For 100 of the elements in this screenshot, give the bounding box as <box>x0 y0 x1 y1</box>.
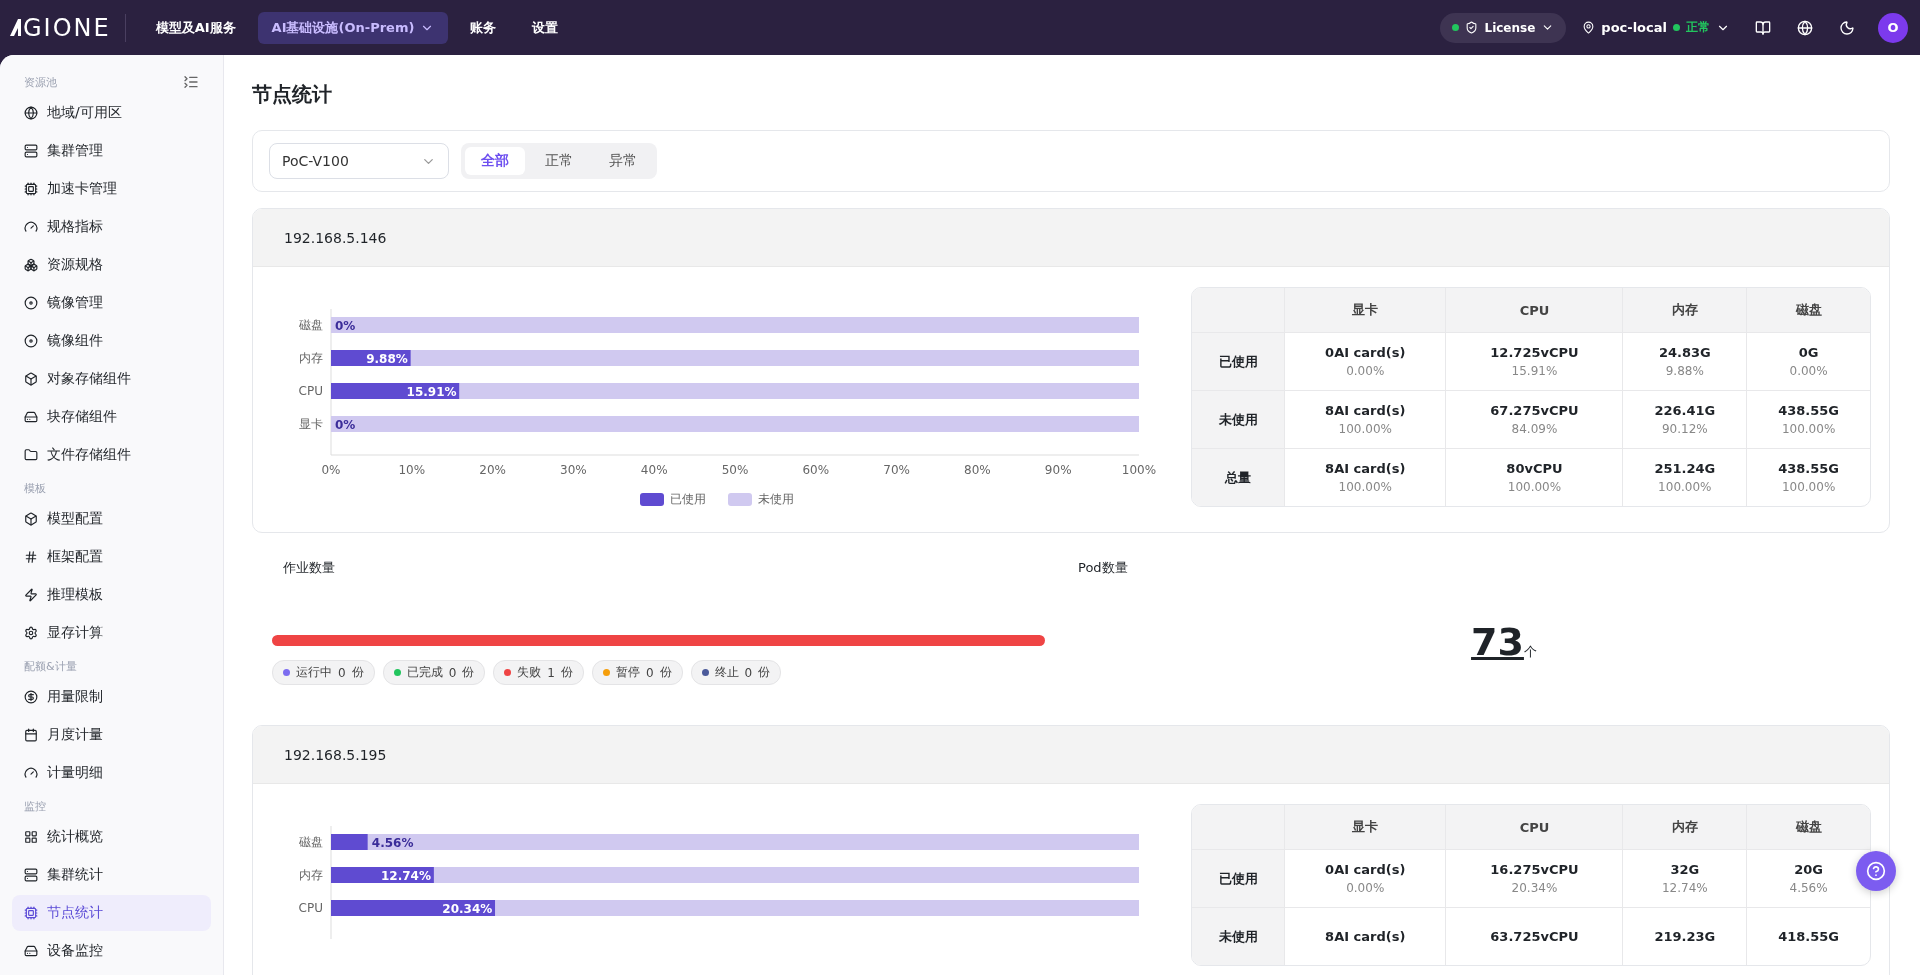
table-header-cell: CPU <box>1445 805 1623 849</box>
cell-value: 438.55G <box>1777 461 1840 476</box>
table-header-cell: 磁盘 <box>1746 805 1870 849</box>
cluster-selector[interactable]: poc-local 正常 <box>1574 19 1738 36</box>
cell-percent: 100.00% <box>1337 480 1393 494</box>
cell-value: 8AI card(s) <box>1324 929 1407 944</box>
cell-value: 438.55G <box>1777 403 1840 418</box>
status-unit: 份 <box>560 664 573 681</box>
cell-percent: 100.00% <box>1337 422 1393 436</box>
cell-value: 16.275vCPU <box>1489 862 1580 877</box>
sidebar-item[interactable]: 框架配置 <box>12 539 211 575</box>
cell-value: 0AI card(s) <box>1324 345 1407 360</box>
cell-value: 32G <box>1669 862 1701 877</box>
sidebar-item[interactable]: 设备监控 <box>12 933 211 969</box>
filter-tab[interactable]: 正常 <box>529 147 589 175</box>
sidebar-item[interactable]: 推理模板 <box>12 577 211 613</box>
disc-icon <box>24 296 38 310</box>
sidebar-item[interactable]: 节点统计 <box>12 895 211 931</box>
hash-icon <box>24 550 38 564</box>
data-label: 15.91% <box>406 384 457 399</box>
axis-tick-label: 20% <box>479 463 506 477</box>
status-label: 终止 <box>714 664 739 681</box>
server-icon <box>24 868 38 882</box>
sidebar-group-title: 模板 <box>24 480 46 496</box>
sidebar-item[interactable]: 显存计算 <box>12 615 211 651</box>
sidebar-item[interactable]: 集群管理 <box>12 133 211 169</box>
cube-icon <box>24 512 38 526</box>
logo-mark-icon <box>10 19 21 36</box>
license-button[interactable]: License <box>1440 12 1567 43</box>
cluster-select[interactable]: PoC-V100 <box>269 143 449 179</box>
axis-tick-label: 30% <box>560 463 587 477</box>
status-count: 0 <box>645 665 654 680</box>
filter-tab[interactable]: 全部 <box>465 147 525 175</box>
sidebar-item[interactable]: 镜像管理 <box>12 285 211 321</box>
settings-icon <box>24 626 38 640</box>
legend-label: 未使用 <box>758 491 794 508</box>
cell-percent: 100.00% <box>1780 480 1837 494</box>
logo-text: GIONE <box>23 13 111 42</box>
table-header-cell: CPU <box>1445 288 1623 332</box>
status-count: 0 <box>448 665 457 680</box>
sidebar-item[interactable]: 地域/可用区 <box>12 95 211 131</box>
sidebar-item[interactable]: 加速卡管理 <box>12 171 211 207</box>
globe-icon <box>24 106 38 120</box>
sidebar-item[interactable]: 对象存储组件 <box>12 361 211 397</box>
status-label: 暂停 <box>615 664 640 681</box>
axis-tick-label: 0% <box>321 463 341 477</box>
disc-icon <box>24 334 38 348</box>
cluster-status: 正常 <box>1686 19 1710 36</box>
sidebar-group-title: 资源池 <box>24 74 57 90</box>
row-header-cell: 已使用 <box>1192 332 1284 390</box>
grid-icon <box>24 830 38 844</box>
sidebar-item[interactable]: 规格指标 <box>12 209 211 245</box>
sidebar-item[interactable]: 文件存储组件 <box>12 437 211 473</box>
drive-icon <box>24 944 38 958</box>
nav-tab[interactable]: AI基础设施(On-Prem) <box>257 11 449 44</box>
gauge-icon <box>24 220 38 234</box>
nav-tab[interactable]: 模型及AI服务 <box>141 11 250 44</box>
cell-percent: 0.00% <box>1345 881 1386 895</box>
nav-tab[interactable]: 设置 <box>518 11 573 44</box>
cell-percent: 4.56% <box>1788 881 1829 895</box>
cell-value: 0G <box>1797 345 1820 360</box>
menu-icon[interactable] <box>183 74 199 90</box>
data-label: 0% <box>335 318 356 333</box>
status-unit: 份 <box>351 664 364 681</box>
sidebar-item[interactable]: 集群统计 <box>12 857 211 893</box>
sidebar-item[interactable]: 模型配置 <box>12 501 211 537</box>
data-label: 4.56% <box>371 835 414 850</box>
sidebar-group-title: 监控 <box>24 798 46 814</box>
user-avatar[interactable]: O <box>1878 12 1908 43</box>
cell-value: 63.725vCPU <box>1489 929 1580 944</box>
row-header-cell: 总量 <box>1192 448 1284 506</box>
cell-percent: 0.00% <box>1345 364 1386 378</box>
section-title: 作业数量 <box>282 559 336 577</box>
cell-value: 12.725vCPU <box>1489 345 1580 360</box>
table-header-cell: 内存 <box>1622 805 1747 849</box>
sidebar-item[interactable]: 块存储组件 <box>12 399 211 435</box>
axis-label: CPU <box>298 384 323 398</box>
sidebar-item[interactable]: 资源规格 <box>12 247 211 283</box>
sidebar-item[interactable]: 镜像组件 <box>12 323 211 359</box>
cell-value: 80vCPU <box>1505 461 1564 476</box>
shield-icon <box>1465 21 1479 34</box>
lightning-icon <box>24 588 38 602</box>
axis-label: 内存 <box>299 351 323 365</box>
sidebar-item[interactable]: 月度计量 <box>12 717 211 753</box>
status-unit: 份 <box>758 664 771 681</box>
sidebar-item[interactable]: 统计概览 <box>12 819 211 855</box>
nav-tab[interactable]: 账务 <box>456 11 511 44</box>
legend-swatch <box>728 493 752 506</box>
boxes-icon <box>24 258 38 272</box>
filter-tab[interactable]: 异常 <box>593 147 653 175</box>
status-count: 1 <box>547 665 555 680</box>
cell-percent: 20.34% <box>1510 881 1559 895</box>
sidebar-group-title: 配额&计量 <box>24 658 77 674</box>
dollar-icon <box>24 690 38 704</box>
sidebar-item[interactable]: 计量明细 <box>12 755 211 791</box>
axis-tick-label: 80% <box>964 463 991 477</box>
cell-percent: 90.12% <box>1660 422 1709 436</box>
cell-value: 251.24G <box>1653 461 1717 476</box>
axis-label: 磁盘 <box>299 318 323 332</box>
sidebar-item[interactable]: 用量限制 <box>12 679 211 715</box>
